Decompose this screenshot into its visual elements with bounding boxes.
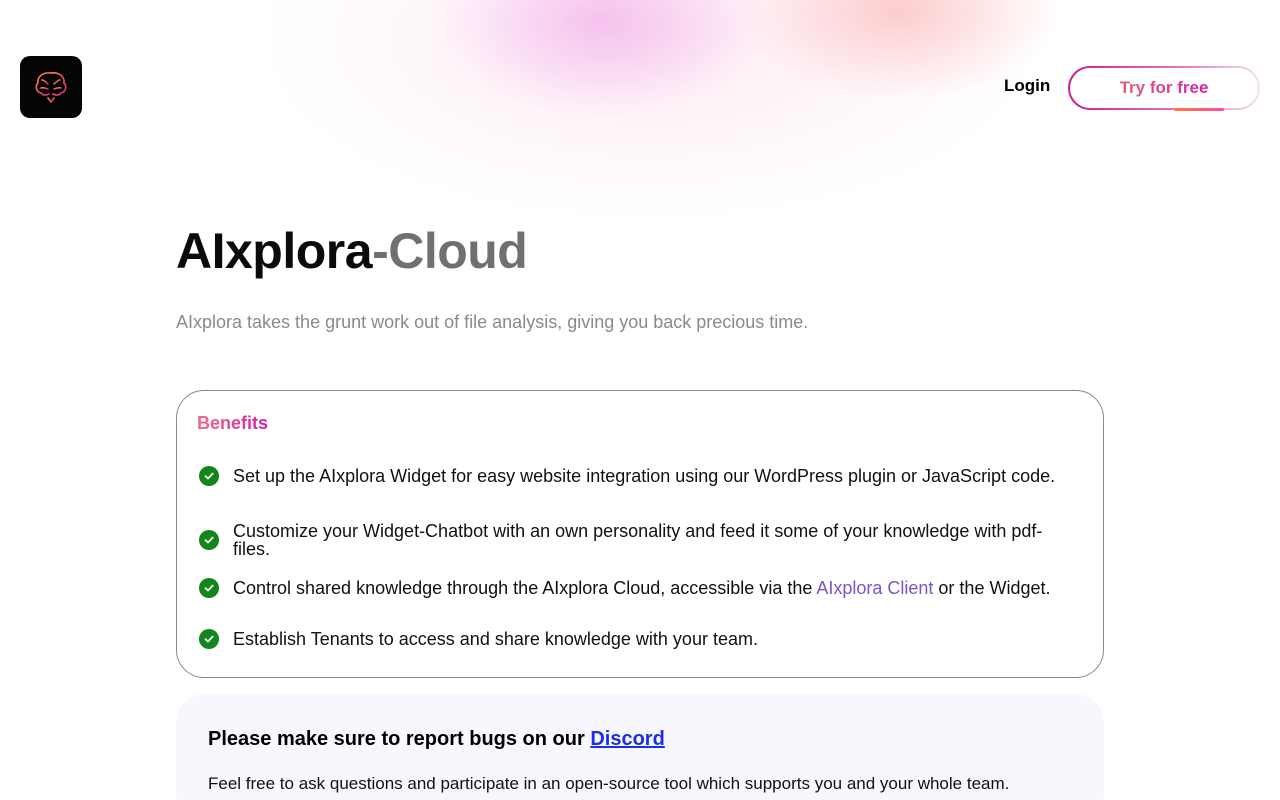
- check-circle-icon: [199, 578, 219, 598]
- benefit-text-after: or the Widget.: [933, 578, 1051, 598]
- page-subtitle: AIxplora takes the grunt work out of fil…: [176, 312, 809, 332]
- benefit-item: Establish Tenants to access and share kn…: [199, 629, 1079, 649]
- check-circle-icon: [199, 466, 219, 486]
- notice-heading-text: Please make sure to report bugs on our: [208, 728, 591, 750]
- title-main: AIxplora: [176, 223, 373, 279]
- benefit-text-before: Control shared knowledge through the AIx…: [233, 578, 817, 598]
- benefits-card: Benefits Set up the AIxplora Widget for …: [176, 390, 1104, 678]
- brain-icon[interactable]: [20, 56, 82, 118]
- try-for-free-label: Try for free: [1119, 78, 1209, 97]
- benefit-text: Set up the AIxplora Widget for easy webs…: [233, 466, 1056, 486]
- top-navbar: Login Try for free: [0, 0, 1280, 170]
- benefit-text: Control shared knowledge through the AIx…: [233, 579, 1050, 597]
- discord-link[interactable]: Discord: [590, 728, 664, 750]
- benefit-text: Establish Tenants to access and share kn…: [233, 629, 758, 649]
- benefit-item: Set up the AIxplora Widget for easy webs…: [199, 466, 1079, 486]
- page-title: AIxplora-Cloud: [176, 222, 528, 280]
- notice-body: Feel free to ask questions and participa…: [208, 774, 1010, 793]
- login-link[interactable]: Login: [1004, 76, 1050, 96]
- title-suffix: -Cloud: [372, 223, 528, 279]
- notice-heading: Please make sure to report bugs on our D…: [208, 728, 665, 751]
- benefit-text: Customize your Widget-Chatbot with an ow…: [233, 521, 1043, 559]
- discord-notice-card: Please make sure to report bugs on our D…: [176, 694, 1104, 800]
- benefits-heading: Benefits: [197, 413, 269, 433]
- aixplora-client-link[interactable]: AIxplora Client: [816, 578, 933, 598]
- check-circle-icon: [199, 530, 219, 550]
- benefit-item: Control shared knowledge through the AIx…: [199, 578, 1079, 598]
- try-for-free-button[interactable]: Try for free: [1068, 66, 1260, 111]
- check-circle-icon: [199, 629, 219, 649]
- benefit-item: Customize your Widget-Chatbot with an ow…: [199, 522, 1079, 558]
